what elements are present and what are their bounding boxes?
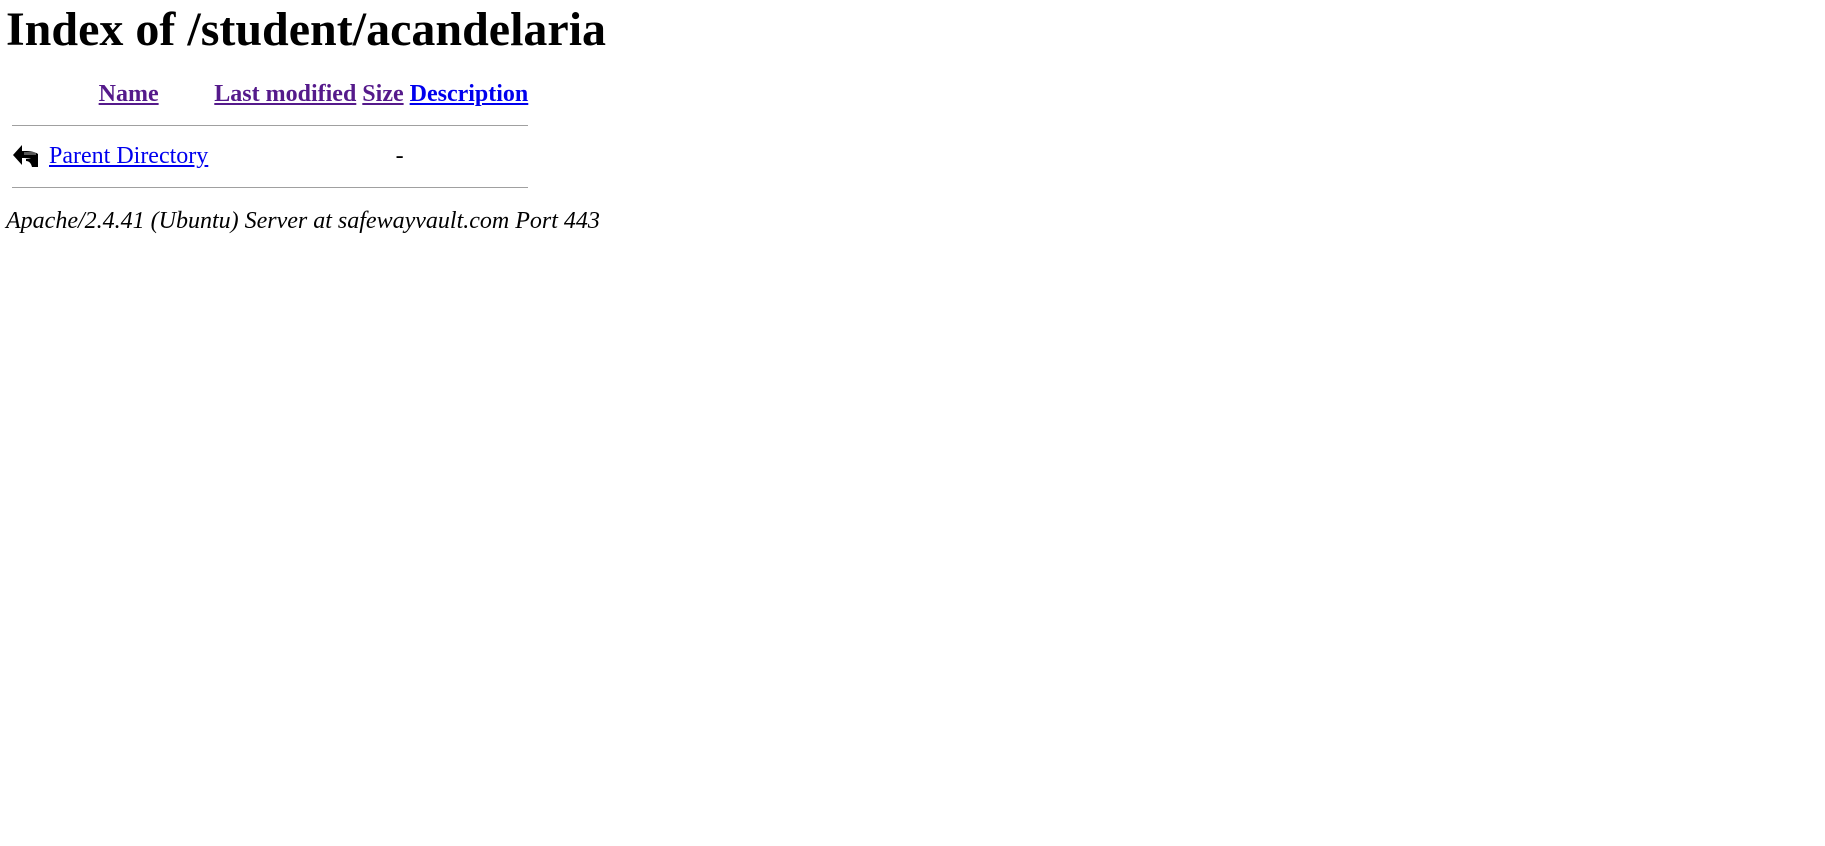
file-name-cell: Parent Directory xyxy=(49,142,208,171)
table-header-row: Name Last modified Size Description xyxy=(12,80,529,109)
icon-header xyxy=(12,80,43,109)
bottom-separator xyxy=(12,186,529,188)
back-arrow-icon xyxy=(12,142,43,171)
sort-by-name-link[interactable]: Name xyxy=(99,81,159,107)
sort-by-last-modified-link[interactable]: Last modified xyxy=(214,81,356,107)
last-modified-cell xyxy=(214,142,356,171)
name-header: Name xyxy=(49,80,208,109)
server-signature: Apache/2.4.41 (Ubuntu) Server at safeway… xyxy=(6,207,600,234)
directory-listing-page: Index of /student/acandelaria Name Last … xyxy=(0,0,1825,235)
last-modified-header: Last modified xyxy=(214,80,356,109)
description-cell xyxy=(410,142,529,171)
top-separator-row xyxy=(12,111,529,140)
table-row: Parent Directory - xyxy=(12,142,528,171)
size-cell: - xyxy=(395,142,404,169)
page-title: Index of /student/acandelaria xyxy=(6,3,607,56)
sort-by-size-link[interactable]: Size xyxy=(362,81,403,107)
bottom-separator-row xyxy=(12,173,529,202)
file-listing-table: Name Last modified Size Description Pare… xyxy=(6,78,534,204)
parent-directory-link[interactable]: Parent Directory xyxy=(49,143,208,169)
size-header: Size xyxy=(362,80,403,109)
description-header: Description xyxy=(410,80,529,109)
top-separator xyxy=(12,124,529,126)
sort-by-description-link[interactable]: Description xyxy=(410,81,529,107)
